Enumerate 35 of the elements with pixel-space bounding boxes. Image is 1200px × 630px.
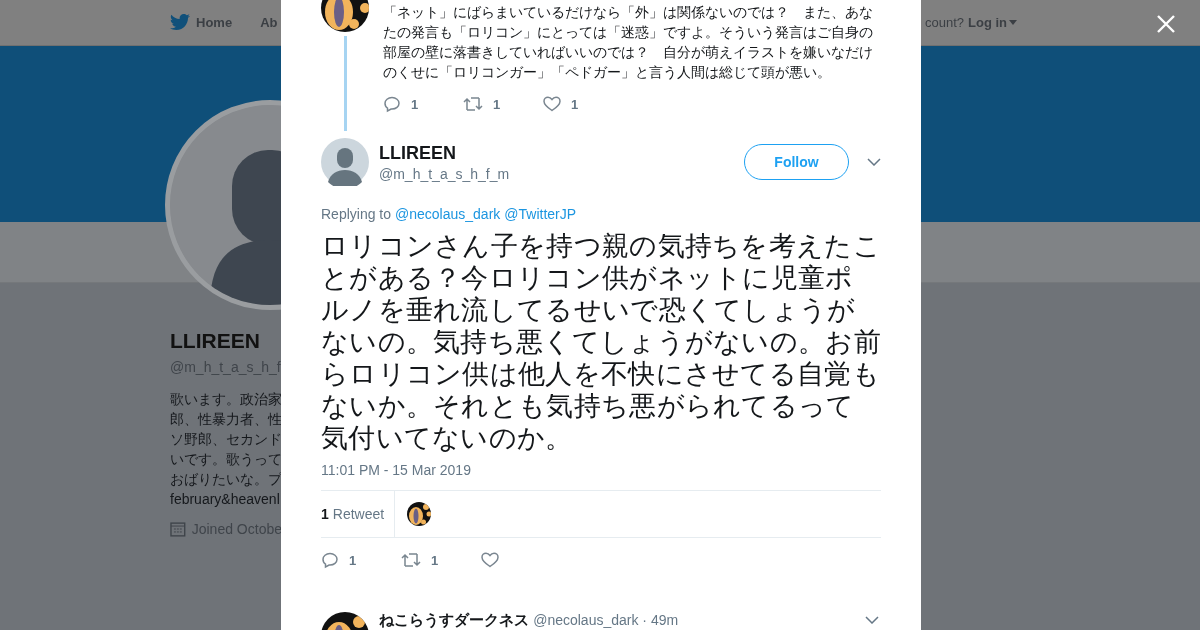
tweet-timestamp: 11:01 PM - 15 Mar 2019 [321,462,472,478]
heart-icon[interactable] [543,96,561,112]
chevron-icon[interactable] [865,616,879,624]
account-prompt: count? [925,15,965,30]
tweet-text: 「ネット」にばらまいているだけなら「外」は関係ないのでは？ また、あな たの発言も「ロリコン」にとっては「迷惑」ですよ。そういう発言はご自身の 部屋の壁に落書きしていればいいのでは？ 自分が萌えイラストを嫌いなだけ のくせに「ロリコンガー」「ペドガー」と言う人間は総じて頭が悪い。 [383,3,873,82]
profile-name: LLIREEN [170,329,261,353]
reply-icon[interactable] [321,551,339,569]
avatar[interactable] [407,502,432,526]
replying-label: Replying to [321,206,392,222]
retweet-icon[interactable] [463,96,483,112]
follow-button[interactable]: Follow [744,144,849,180]
action-count: 1 [493,96,501,112]
reply-icon[interactable] [383,95,401,113]
caret-icon[interactable] [1009,20,1018,25]
mention-link[interactable]: @necolaus_dark [395,206,501,222]
heart-icon[interactable] [481,552,499,568]
action-count: 1 [349,552,357,568]
action-count: 1 [411,96,419,112]
tweet-text: ロリコンさん子を持つ親の気持ちを考えたこ とがある？今ロリコン供がネットに児童ポ ルノを垂れ流してるせいで恐くてしょうが ないの。気持ち悪くてしょうがないの。お前 らロリコン供は他人を不快にさせてる自覚も ないか。それとも気持ち悪がられてるって 気付いてないのか。 [321,230,881,454]
chevron-icon[interactable] [867,158,881,166]
action-count: 1 [571,96,579,112]
login-link[interactable]: Log in [968,15,1018,30]
user-name[interactable]: LLIREEN [379,142,744,164]
mention-link[interactable]: @TwitterJP [504,206,577,222]
retweet-icon[interactable] [401,552,421,568]
retweet-stat[interactable]: 1 Retweet [321,491,396,537]
action-count: 1 [431,552,439,568]
user-handle[interactable]: @m_h_t_a_s_h_f_m [379,166,744,182]
nav-link[interactable]: Home [170,14,233,31]
tweet-header: ねこらうすダークネス @necolaus_dark · 49m [379,611,680,630]
calendar-icon [170,521,186,537]
profile-bio: 歌います。政治家 郎、性暴力者、性 ソ野郎、セカンド いです。歌うって おばりたいな。プ february&heavenl [170,390,282,509]
close-icon[interactable] [1157,15,1175,33]
nav-link[interactable]: Ab [260,15,278,30]
bird-icon [170,14,190,31]
